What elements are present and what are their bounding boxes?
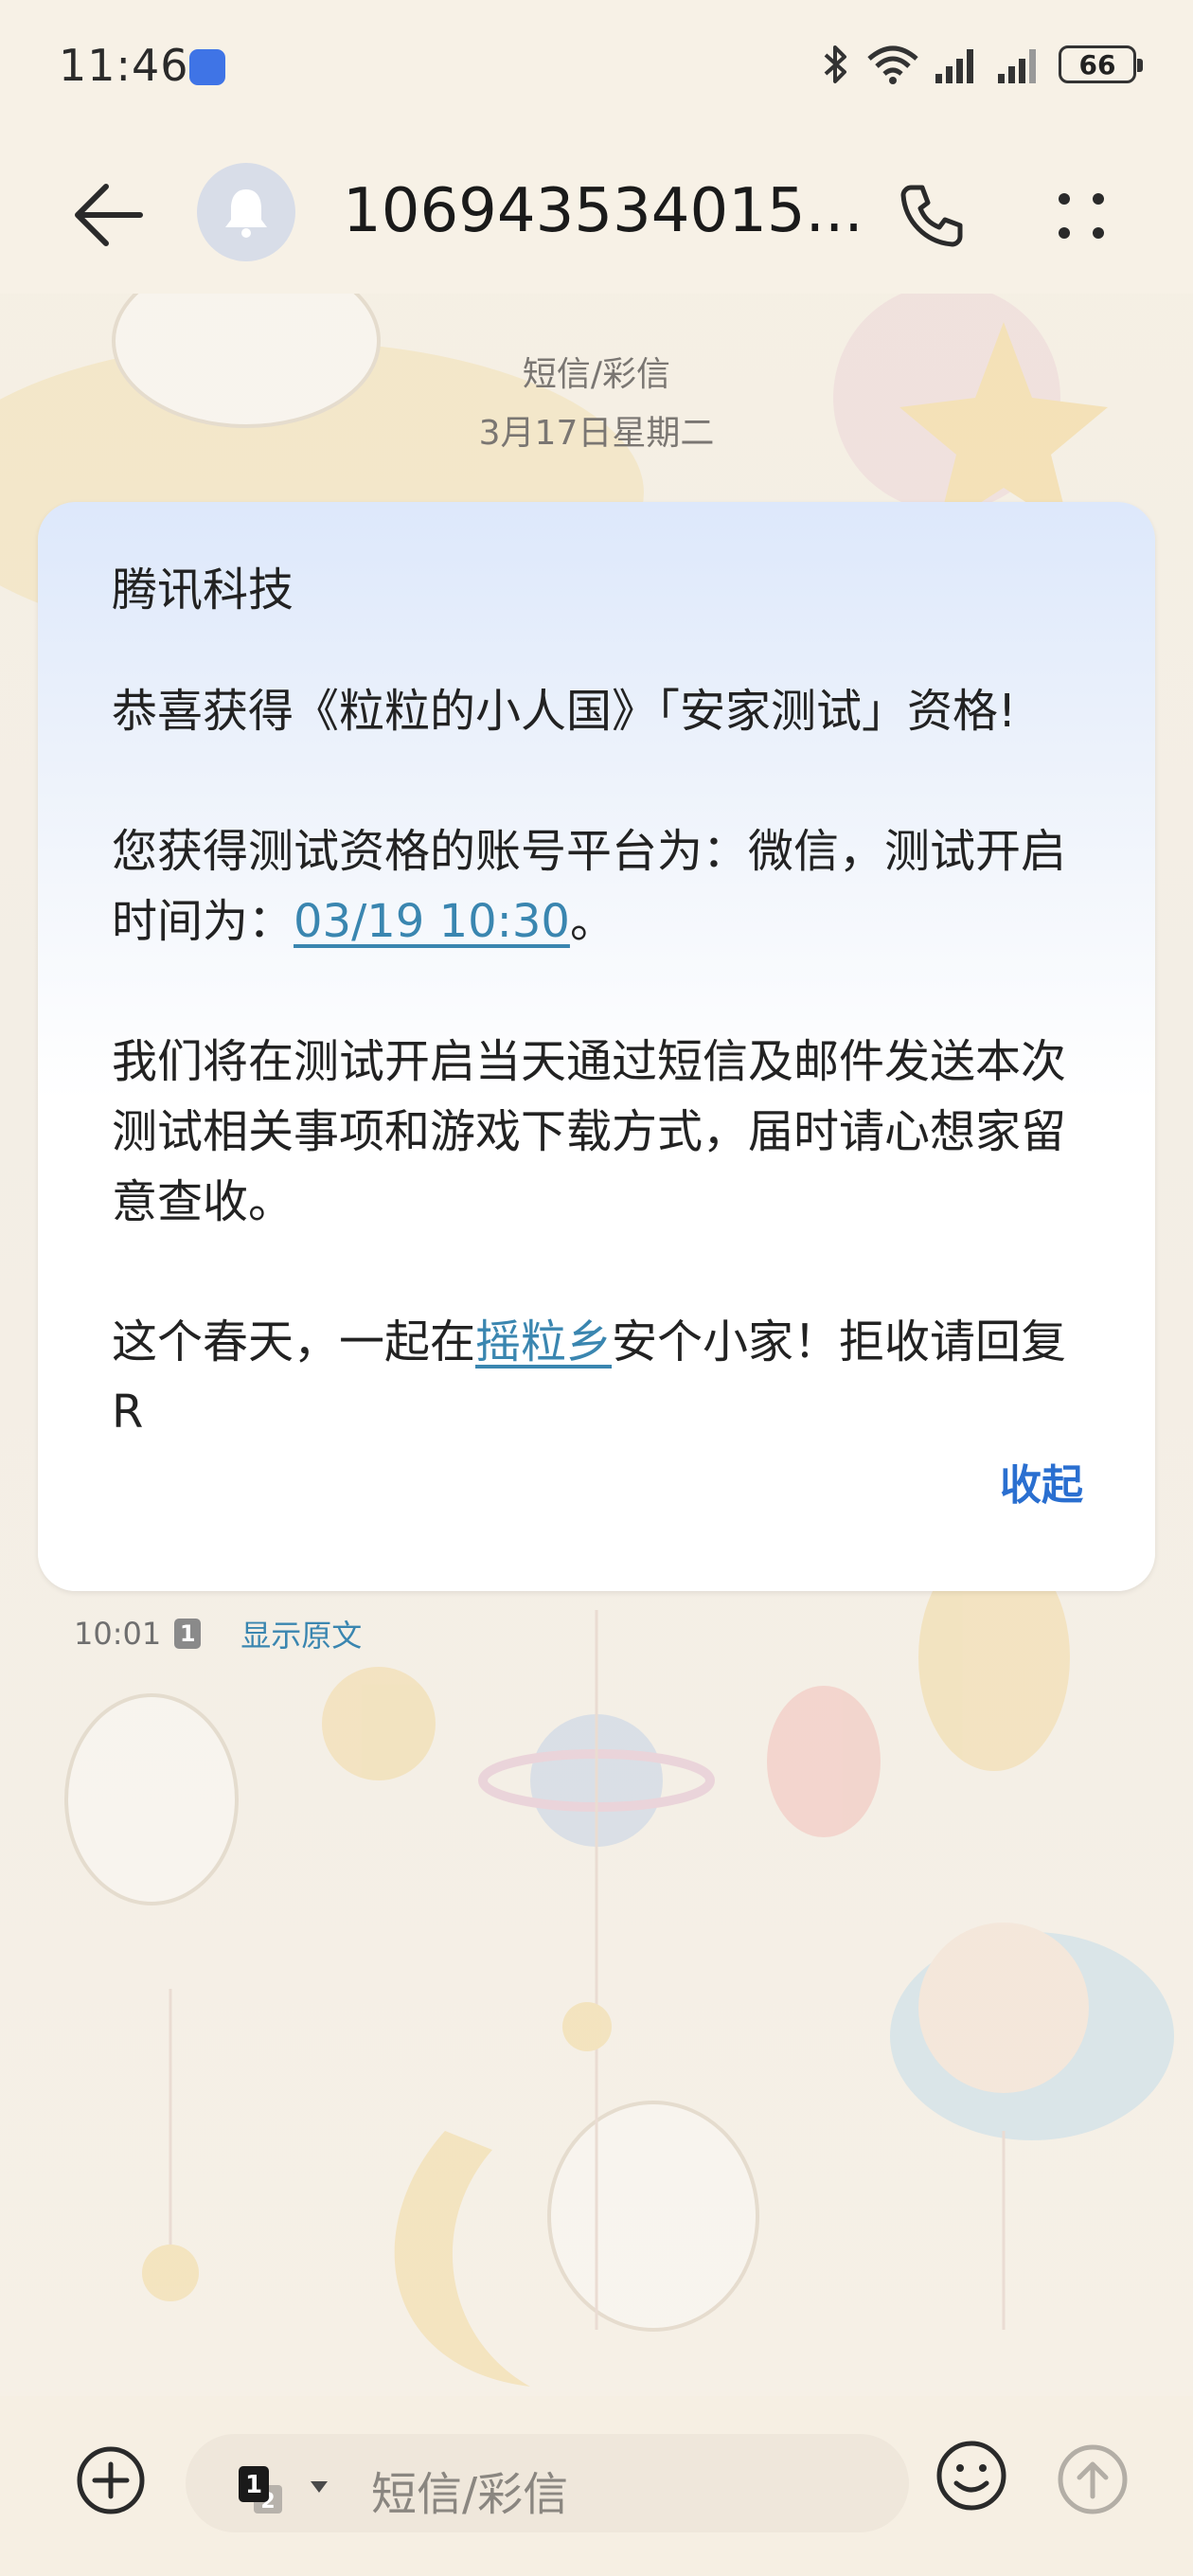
- compose-bar: 2 1 短信/彩信: [0, 2396, 1193, 2576]
- phone-icon[interactable]: [892, 176, 971, 256]
- show-original-link[interactable]: 显示原文: [240, 1612, 362, 1655]
- send-icon[interactable]: [1057, 2443, 1129, 2515]
- conversation-header: 106943534015...: [0, 142, 1193, 294]
- message-paragraph: 恭喜获得《粒粒的小人国》「安家测试」资格!: [112, 685, 1017, 738]
- sim-primary-label: 1: [245, 2471, 262, 2499]
- keyword-link[interactable]: 摇粒乡: [475, 1315, 612, 1368]
- status-time: 11:46: [59, 40, 189, 91]
- input-placeholder: 短信/彩信: [371, 2468, 569, 2521]
- status-bar: 11:46 66: [0, 0, 1193, 142]
- message-time: 10:01: [74, 1616, 162, 1652]
- message-sender: 腾讯科技: [112, 564, 294, 617]
- battery-level: 66: [1078, 48, 1116, 80]
- message-input[interactable]: 2 1 短信/彩信: [186, 2434, 909, 2532]
- signal-icon: [998, 49, 1036, 83]
- conversation-area[interactable]: 短信/彩信 3月17日星期二 腾讯科技 恭喜获得《粒粒的小人国》「安家测试」资格…: [0, 294, 1193, 2396]
- collapse-button[interactable]: 收起: [1000, 1451, 1083, 1521]
- more-options-icon[interactable]: [1042, 176, 1121, 256]
- wifi-icon: [867, 45, 918, 84]
- add-attachment-icon[interactable]: [74, 2443, 148, 2517]
- battery-icon: 66: [1059, 45, 1143, 83]
- bell-icon: [225, 189, 267, 238]
- sim-card-badge: 1: [174, 1619, 202, 1649]
- message-bubble[interactable]: 腾讯科技 恭喜获得《粒粒的小人国》「安家测试」资格! 您获得测试资格的账号平台为…: [38, 502, 1155, 1591]
- back-arrow-icon[interactable]: [66, 172, 151, 258]
- message-paragraph: 我们将在测试开启当天通过短信及邮件发送本次测试相关事项和游戏下载方式，届时请心想…: [112, 1035, 1067, 1228]
- contact-title[interactable]: 106943534015...: [343, 176, 873, 246]
- message-text: 。: [569, 895, 615, 948]
- notification-app-icon: [189, 49, 225, 85]
- bluetooth-icon: [824, 45, 846, 83]
- message-meta: 10:01 1 显示原文: [74, 1612, 362, 1655]
- signal-icon: [935, 49, 973, 83]
- date-time-link[interactable]: 03/19 10:30: [294, 895, 570, 948]
- message-paragraph: 这个春天，一起在摇粒乡安个小家！拒收请回复R: [112, 1307, 1081, 1447]
- message-paragraph: 您获得测试资格的账号平台为：微信，测试开启时间为：03/19 10:30。: [112, 816, 1081, 957]
- date-separator: 3月17日星期二: [478, 414, 715, 453]
- emoji-icon[interactable]: [934, 2438, 1009, 2513]
- message-text: 这个春天，一起在: [112, 1315, 476, 1368]
- sim-select-icon[interactable]: 2 1: [233, 2457, 347, 2513]
- message-type-label: 短信/彩信: [522, 355, 671, 394]
- status-icons: 66: [820, 42, 1143, 87]
- avatar[interactable]: [197, 163, 295, 261]
